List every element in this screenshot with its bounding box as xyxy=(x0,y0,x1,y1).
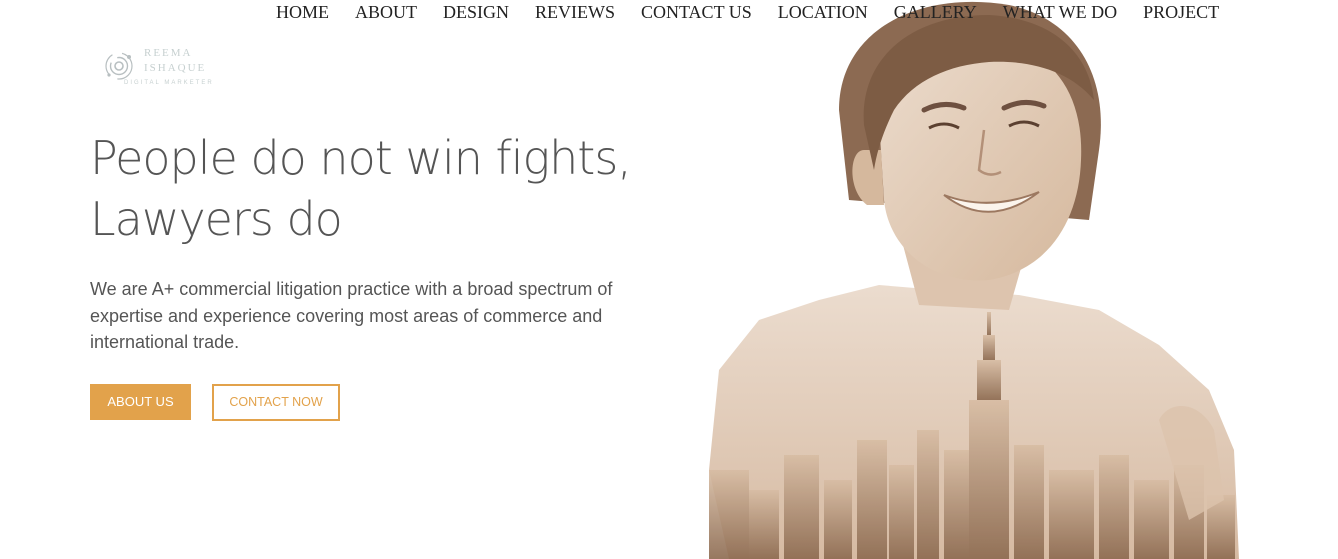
nav-what-we-do[interactable]: WHAT WE DO xyxy=(1003,1,1117,23)
nav-contact-us[interactable]: CONTACT US xyxy=(641,1,752,23)
main-nav: HOME ABOUT DESIGN REVIEWS CONTACT US LOC… xyxy=(276,0,1219,24)
nav-design[interactable]: DESIGN xyxy=(443,1,509,23)
nav-about[interactable]: ABOUT xyxy=(355,1,417,23)
portrait-skyline-illustration xyxy=(709,1,1239,559)
contact-now-button[interactable]: CONTACT NOW xyxy=(212,384,340,421)
headline-line1: People do not win fights, xyxy=(90,131,632,185)
logo[interactable]: REEMA ISHAQUE DIGITAL MARKETER xyxy=(104,44,234,90)
hero-description: We are A+ commercial litigation practice… xyxy=(90,279,613,352)
headline-line2: Lawyers do xyxy=(90,192,343,246)
nav-reviews[interactable]: REVIEWS xyxy=(535,1,615,23)
logo-name: REEMA ISHAQUE xyxy=(144,46,206,76)
nav-location[interactable]: LOCATION xyxy=(778,1,868,23)
logo-line1: REEMA xyxy=(144,47,193,59)
hero-image xyxy=(689,0,1250,559)
nav-gallery[interactable]: GALLERY xyxy=(894,1,977,23)
nav-project[interactable]: PROJECT xyxy=(1143,1,1219,23)
hero-headline: People do not win fights, Lawyers do xyxy=(90,128,670,250)
about-us-button[interactable]: ABOUT US xyxy=(90,384,191,420)
logo-icon xyxy=(105,52,133,80)
nav-home[interactable]: HOME xyxy=(276,1,329,23)
logo-line2: ISHAQUE xyxy=(144,62,207,74)
logo-tagline: DIGITAL MARKETER xyxy=(124,80,214,86)
